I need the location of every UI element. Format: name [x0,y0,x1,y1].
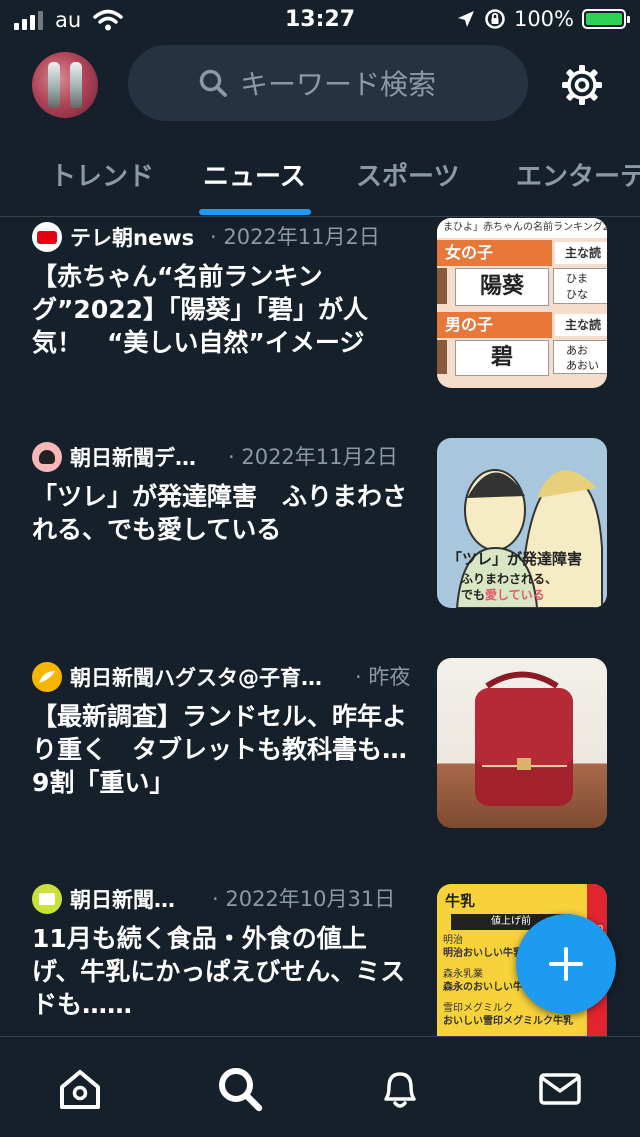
news-thumbnail: まひよ」赤ちゃんの名前ランキング2 女の子 主な読 陽葵 ひまひな 男の子 主な… [437,218,607,388]
boy-label: 男の子 [437,312,552,338]
reading-2: ひな [566,288,588,301]
tab-sports[interactable]: スポーツ [356,156,459,193]
news-date: · 昨夜 [355,665,411,689]
news-source: 朝日新聞デ… [32,442,196,472]
source-name: 朝日新聞デ… [70,446,196,470]
search-placeholder: キーワード検索 [240,68,437,101]
randoseru-image [475,671,573,806]
news-source: テレ朝news [32,222,194,252]
mail-icon[interactable] [536,1065,584,1113]
source-name: 朝日新聞… [70,888,175,912]
location-icon [457,11,474,27]
tab-news[interactable]: ニュース [203,156,306,193]
home-icon[interactable] [56,1065,104,1113]
thumb-title: 「ツレ」が発達障害 [447,550,583,568]
thumb-row3b: おいしい雪印メグミルク牛乳 [443,1016,573,1027]
news-item[interactable]: テレ朝news · 2022年11月2日 【赤ちゃん“名前ランキング”2022】… [0,218,640,402]
battery-icon [582,9,630,29]
reading-1: ひま [566,272,588,285]
news-headline: 【赤ちゃん“名前ランキング”2022】「陽葵」「碧」が人気！ “美しい自然”イメ… [32,262,369,357]
gear-icon[interactable] [560,63,604,107]
thumb-subtitle: ふりまわされる、 [461,572,558,586]
source-name: テレ朝news [70,226,195,250]
reading-tag-2: 主な読 [555,314,607,336]
news-item[interactable]: 朝日新聞デ… · 2022年11月2日 「ツレ」が発達障害 ふりまわされる、でも… [0,438,640,622]
plus-icon [549,947,583,981]
asahi-shimbun-logo-icon [32,884,62,914]
thumb-title: 牛乳 [445,892,476,910]
reading-tag: 主な読 [555,242,607,264]
tab-bar: トレンド ニュース スポーツ エンターテ [0,140,640,217]
tab-indicator [199,209,311,215]
news-headline: 【最新調査】ランドセル、昨年より重く タブレットも教科書も…9割「重い」 [32,702,408,797]
thumb-line3b: 愛している [485,588,545,602]
avatar[interactable] [32,52,98,118]
news-date: · 2022年10月31日 [212,887,396,911]
source-name: 朝日新聞ハグスタ@子育… [70,666,322,690]
search-bar[interactable]: キーワード検索 [128,45,528,121]
bottom-nav [0,1036,640,1137]
battery-percent: 100% [513,7,574,31]
reading-3: あお [566,344,588,357]
reading-4: あおい [566,359,599,372]
hugsta-logo-icon [32,662,62,692]
news-item[interactable]: 朝日新聞ハグスタ@子育… · 昨夜 【最新調査】ランドセル、昨年より重く タブレ… [0,658,640,842]
news-thumbnail: 「ツレ」が発達障害 ふりまわされる、 でも愛している [437,438,607,608]
news-headline: 「ツレ」が発達障害 ふりまわされる、でも愛している [32,482,408,544]
search-icon[interactable] [216,1065,264,1113]
girl-name: 陽葵 [455,268,549,306]
thumb-line3a: でも [461,588,486,602]
girl-label: 女の子 [437,240,552,266]
thumb-banner: まひよ」赤ちゃんの名前ランキング2 [437,218,607,238]
compose-button[interactable] [516,914,616,1014]
bell-icon[interactable] [376,1065,424,1113]
news-headline: 11月も続く食品・外食の値上げ、牛乳にかっぱえびせん、ミスドも…… [32,924,406,1019]
news-thumbnail [437,658,607,828]
status-bar: au 13:27 100% [0,0,640,40]
tv-asahi-logo-icon [32,222,62,252]
asahi-digital-logo-icon [32,442,62,472]
tab-entertainment[interactable]: エンターテ [516,156,640,193]
news-source: 朝日新聞ハグスタ@子育… [32,662,322,692]
news-date: · 2022年11月2日 [210,225,380,249]
search-icon [199,69,227,97]
orientation-lock-icon [485,9,505,29]
news-date: · 2022年11月2日 [228,445,398,469]
status-right: 100% [456,7,630,31]
news-source: 朝日新聞… [32,884,175,914]
tab-trend[interactable]: トレンド [50,156,154,193]
boy-name: 碧 [455,340,549,376]
